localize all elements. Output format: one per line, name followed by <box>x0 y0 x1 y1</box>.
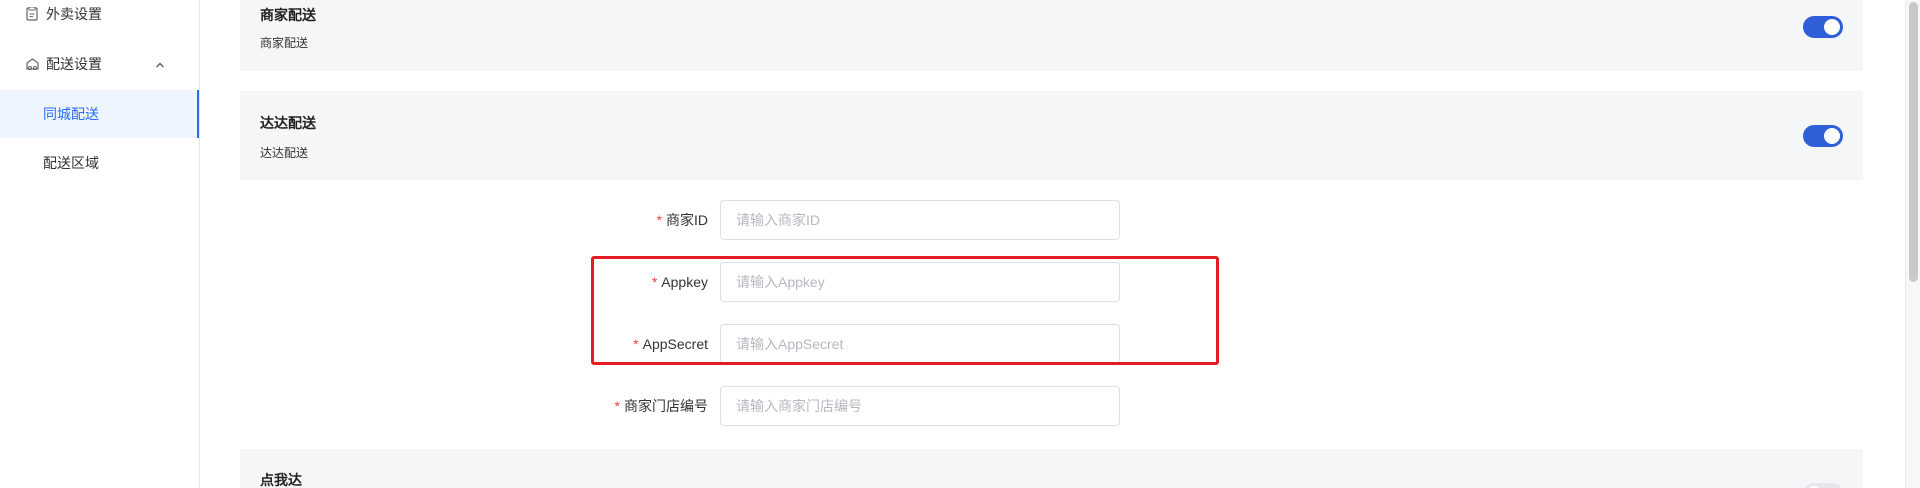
chevron-up-icon[interactable] <box>155 57 165 68</box>
sidebar-item-takeout-settings[interactable]: 外卖设置 <box>0 0 199 38</box>
merchant-delivery-toggle[interactable] <box>1803 16 1843 38</box>
store-number-input[interactable] <box>720 386 1120 426</box>
sidebar: 外卖设置 配送设置 同城配送 配送区域 <box>0 0 200 488</box>
toggle-knob <box>1824 19 1840 35</box>
main-content: 商家配送 商家配送 达达配送 达达配送 *商家ID *Appkey *AppSe… <box>200 0 1905 488</box>
appkey-label: * Appkey <box>651 274 708 290</box>
sidebar-item-delivery-settings[interactable]: 配送设置 <box>0 40 199 88</box>
required-mark: * <box>614 398 620 414</box>
card-title: 商家配送 <box>260 7 316 23</box>
dianwoda-delivery-toggle[interactable] <box>1803 483 1843 488</box>
appsecret-label: * AppSecret <box>633 336 708 352</box>
dada-delivery-toggle[interactable] <box>1803 125 1843 147</box>
card-title: 达达配送 <box>260 115 316 131</box>
sidebar-item-label: 外卖设置 <box>46 6 102 22</box>
card-description: 达达配送 <box>260 146 309 160</box>
store-number-label: * 商家门店编号 <box>614 398 708 414</box>
delivery-icon <box>24 56 40 72</box>
document-icon <box>24 6 40 22</box>
appsecret-input[interactable] <box>720 324 1120 364</box>
merchant-id-row: * 商家ID <box>200 200 1200 240</box>
card-description: 商家配送 <box>260 36 309 50</box>
required-mark: * <box>656 212 662 228</box>
dianwoda-delivery-card: 点我达 <box>240 449 1863 488</box>
sidebar-item-same-city-delivery[interactable]: 同城配送 <box>0 90 199 138</box>
sidebar-item-delivery-area[interactable]: 配送区域 <box>0 139 199 187</box>
sidebar-item-label: 配送设置 <box>46 56 102 72</box>
sidebar-item-label: 同城配送 <box>43 106 99 122</box>
dada-delivery-card: 达达配送 达达配送 <box>240 91 1863 180</box>
merchant-id-input[interactable] <box>720 200 1120 240</box>
card-title: 点我达 <box>260 472 302 488</box>
vertical-scrollbar[interactable] <box>1905 0 1920 488</box>
required-mark: * <box>651 274 658 290</box>
app-root: 外卖设置 配送设置 同城配送 配送区域 商家配送 商家配送 达达配送 达达配送 … <box>0 0 1920 488</box>
merchant-delivery-card: 商家配送 商家配送 <box>240 0 1863 71</box>
appkey-input[interactable] <box>720 262 1120 302</box>
sidebar-item-label: 配送区域 <box>43 155 99 171</box>
scrollbar-thumb[interactable] <box>1909 2 1918 282</box>
appkey-row: * Appkey <box>200 262 1200 302</box>
merchant-id-label: * 商家ID <box>656 212 708 228</box>
store-number-row: * 商家门店编号 <box>200 386 1200 426</box>
required-mark: * <box>633 336 639 352</box>
toggle-knob <box>1824 128 1840 144</box>
appsecret-row: * AppSecret <box>200 324 1200 364</box>
